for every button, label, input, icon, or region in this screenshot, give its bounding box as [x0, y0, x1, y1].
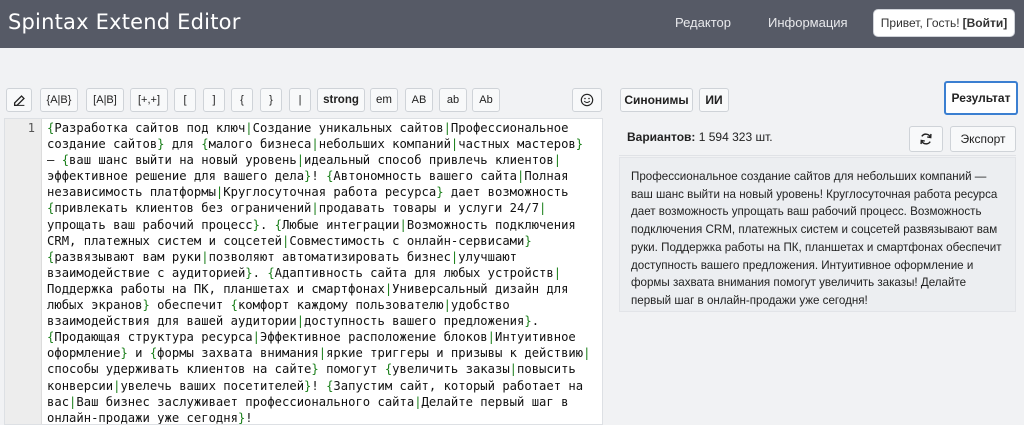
- insert-spin-brackets-button[interactable]: [A|B]: [86, 88, 124, 112]
- close-brace-button[interactable]: }: [260, 88, 282, 112]
- variants-label: Вариантов:: [627, 130, 696, 144]
- close-bracket-button[interactable]: ]: [203, 88, 225, 112]
- result-output: Профессиональное создание сайтов для неб…: [619, 157, 1016, 312]
- smile-icon: [580, 93, 594, 107]
- nav-editor-link[interactable]: Редактор: [675, 15, 731, 30]
- synonyms-button[interactable]: Синонимы: [620, 88, 693, 112]
- pipe-button[interactable]: |: [289, 88, 311, 112]
- open-bracket-button[interactable]: [: [174, 88, 196, 112]
- em-button[interactable]: em: [370, 88, 398, 112]
- spintax-editor[interactable]: 1 {Разработка сайтов под ключ|Создание у…: [4, 118, 603, 425]
- editor-gutter: 1: [5, 119, 42, 424]
- refresh-icon: [920, 133, 932, 145]
- emoji-button[interactable]: [572, 88, 602, 112]
- variants-count: Вариантов: 1 594 323 шт.: [627, 130, 773, 144]
- capitalize-button[interactable]: Ab: [472, 88, 500, 112]
- lowercase-button[interactable]: ab: [439, 88, 467, 112]
- login-link[interactable]: [Войти]: [963, 16, 1008, 30]
- insert-permutation-button[interactable]: [+,+]: [130, 88, 168, 112]
- result-button[interactable]: Результат: [944, 81, 1018, 115]
- line-number: 1: [27, 121, 35, 135]
- ai-button[interactable]: ИИ: [699, 88, 729, 112]
- greeting-text: Привет, Гость!: [880, 16, 960, 30]
- open-brace-button[interactable]: {: [231, 88, 253, 112]
- uppercase-button[interactable]: AB: [405, 88, 433, 112]
- spintax-code[interactable]: {Разработка сайтов под ключ|Создание уни…: [47, 120, 597, 424]
- edit-icon: [13, 94, 25, 106]
- variants-value: 1 594 323 шт.: [698, 130, 773, 144]
- top-navbar: Spintax Extend Editor Редактор Информаци…: [0, 0, 1024, 48]
- refresh-button[interactable]: [909, 126, 943, 152]
- edit-button[interactable]: [6, 88, 32, 112]
- strong-button[interactable]: strong: [317, 88, 365, 112]
- result-text: Профессиональное создание сайтов для неб…: [631, 170, 1002, 307]
- insert-spin-braces-button[interactable]: {A|B}: [40, 88, 78, 112]
- nav-info-link[interactable]: Информация: [768, 15, 848, 30]
- export-button[interactable]: Экспорт: [950, 126, 1016, 152]
- app-title[interactable]: Spintax Extend Editor: [8, 10, 241, 34]
- variants-bar: Вариантов: 1 594 323 шт. Экспорт: [619, 120, 1016, 156]
- login-button[interactable]: Привет, Гость! [Войти]: [873, 9, 1015, 37]
